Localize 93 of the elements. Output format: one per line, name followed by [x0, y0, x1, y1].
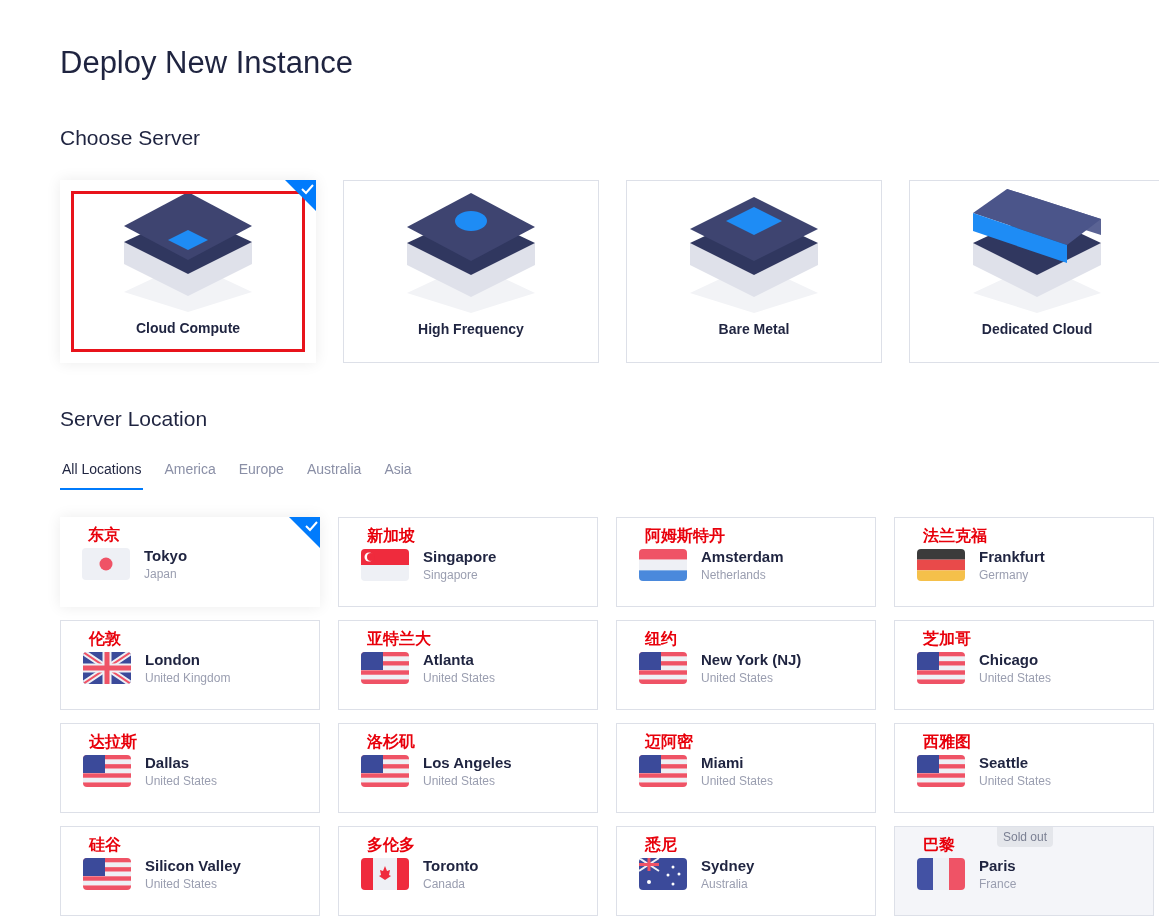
location-card[interactable]: 东京 Tokyo Japan [60, 516, 320, 607]
annotation-label: 硅谷 [89, 835, 121, 853]
annotation-label: 洛杉矶 [367, 732, 415, 750]
country-name: Canada [423, 875, 467, 893]
country-name: Australia [701, 875, 749, 893]
page-title: Deploy New Instance [60, 44, 354, 82]
location-card[interactable]: 亚特兰大 Atlanta United States [338, 619, 598, 710]
country-name: Singapore [423, 566, 479, 584]
city-name: Paris [979, 855, 1017, 875]
location-card[interactable]: 新加坡 Singapore Singapore [338, 516, 598, 607]
server-label: Cloud Compute [135, 319, 241, 338]
section-heading: Server Location [60, 406, 209, 432]
server-label: Bare Metal [718, 320, 790, 339]
country-name: United States [145, 875, 219, 893]
annotation-label: 迈阿密 [645, 732, 693, 750]
city-name: Sydney [701, 855, 755, 875]
flag-icon [361, 755, 409, 787]
country-name: United States [701, 669, 775, 687]
city-name: Chicago [979, 649, 1040, 669]
flag-icon [83, 652, 131, 684]
city-name: Toronto [423, 855, 479, 875]
country-name: Netherlands [701, 566, 767, 584]
annotation-label: 多伦多 [367, 835, 415, 853]
flag-icon [83, 858, 131, 890]
country-name: United States [701, 772, 774, 790]
city-name: Los Angeles [423, 752, 512, 772]
city-name: Atlanta [423, 649, 475, 669]
location-card[interactable]: 纽约 New York (NJ) United States [616, 619, 876, 710]
server-label: High Frequency [418, 320, 524, 339]
annotation-label: 法兰克福 [923, 526, 987, 544]
location-card[interactable]: 悉尼 Sydney Australia [616, 825, 876, 916]
country-name: France [979, 875, 1017, 893]
city-name: Miami [701, 752, 745, 772]
section-heading: Choose Server [60, 124, 202, 151]
annotation-label: 芝加哥 [923, 629, 971, 647]
country-name: United Kingdom [145, 669, 231, 687]
flag-icon [639, 549, 687, 581]
country-name: United States [979, 772, 1052, 790]
city-name: Frankfurt [979, 546, 1045, 566]
annotation-label: 亚特兰大 [367, 629, 431, 647]
location-card[interactable]: 西雅图 Seattle United States [894, 722, 1154, 813]
country-name: United States [423, 669, 496, 687]
flag-icon [639, 858, 687, 890]
location-card[interactable]: 迈阿密 Miami United States [616, 722, 876, 813]
flag-icon [639, 652, 687, 684]
region-tab[interactable]: All Locations [60, 458, 144, 490]
annotation-label: 阿姆斯特丹 [645, 526, 725, 544]
annotation-label: 纽约 [645, 629, 677, 647]
flag-icon [639, 755, 687, 787]
annotation-label: 巴黎 [923, 835, 955, 853]
city-name: Dallas [145, 752, 191, 772]
country-name: Japan [144, 565, 178, 583]
location-card[interactable]: 达拉斯 Dallas United States [60, 722, 320, 813]
server-card[interactable]: Bare Metal [626, 180, 882, 363]
city-name: New York (NJ) [701, 649, 802, 669]
city-name: Amsterdam [701, 546, 784, 566]
flag-icon [917, 755, 965, 787]
flag-icon [361, 549, 409, 581]
city-name: Silicon Valley [145, 855, 241, 875]
annotation-label: 东京 [88, 525, 120, 543]
location-card[interactable]: 芝加哥 Chicago United States [894, 619, 1154, 710]
flag-icon [917, 652, 965, 684]
country-name: United States [423, 772, 497, 790]
sold-out-badge: Sold out [997, 826, 1054, 847]
flag-icon [83, 755, 131, 787]
flag-icon [361, 652, 409, 684]
annotation-label: 西雅图 [923, 732, 971, 750]
country-name: United States [145, 772, 218, 790]
server-label: Dedicated Cloud [981, 320, 1093, 339]
location-card[interactable]: 硅谷 Silicon Valley United States [60, 825, 320, 916]
city-name: London [145, 649, 201, 669]
flag-icon [917, 549, 965, 581]
location-card[interactable]: 洛杉矶 Los Angeles United States [338, 722, 598, 813]
flag-icon [917, 858, 965, 890]
annotation-label: 新加坡 [367, 526, 415, 544]
flag-icon [361, 858, 409, 890]
flag-icon [82, 548, 130, 580]
location-card[interactable]: 伦敦 London United Kingdom [60, 619, 320, 710]
city-name: Singapore [423, 546, 497, 566]
city-name: Tokyo [144, 545, 188, 565]
annotation-label: 伦敦 [89, 629, 121, 647]
location-card[interactable]: 多伦多 Toronto Canada [338, 825, 598, 916]
location-card[interactable]: 阿姆斯特丹 Amsterdam Netherlands [616, 516, 876, 607]
country-name: United States [979, 669, 1052, 687]
annotation-label: 悉尼 [645, 835, 677, 853]
location-card[interactable]: 法兰克福 Frankfurt Germany [894, 516, 1154, 607]
server-card[interactable]: High Frequency [343, 180, 599, 363]
server-card[interactable]: Dedicated Cloud [909, 180, 1159, 363]
location-card[interactable]: 巴黎 Sold out Paris France [894, 825, 1154, 916]
city-name: Seattle [979, 752, 1030, 772]
annotation-label: 达拉斯 [89, 732, 137, 750]
server-card[interactable]: Cloud Compute [60, 180, 316, 363]
country-name: Germany [979, 566, 1030, 584]
